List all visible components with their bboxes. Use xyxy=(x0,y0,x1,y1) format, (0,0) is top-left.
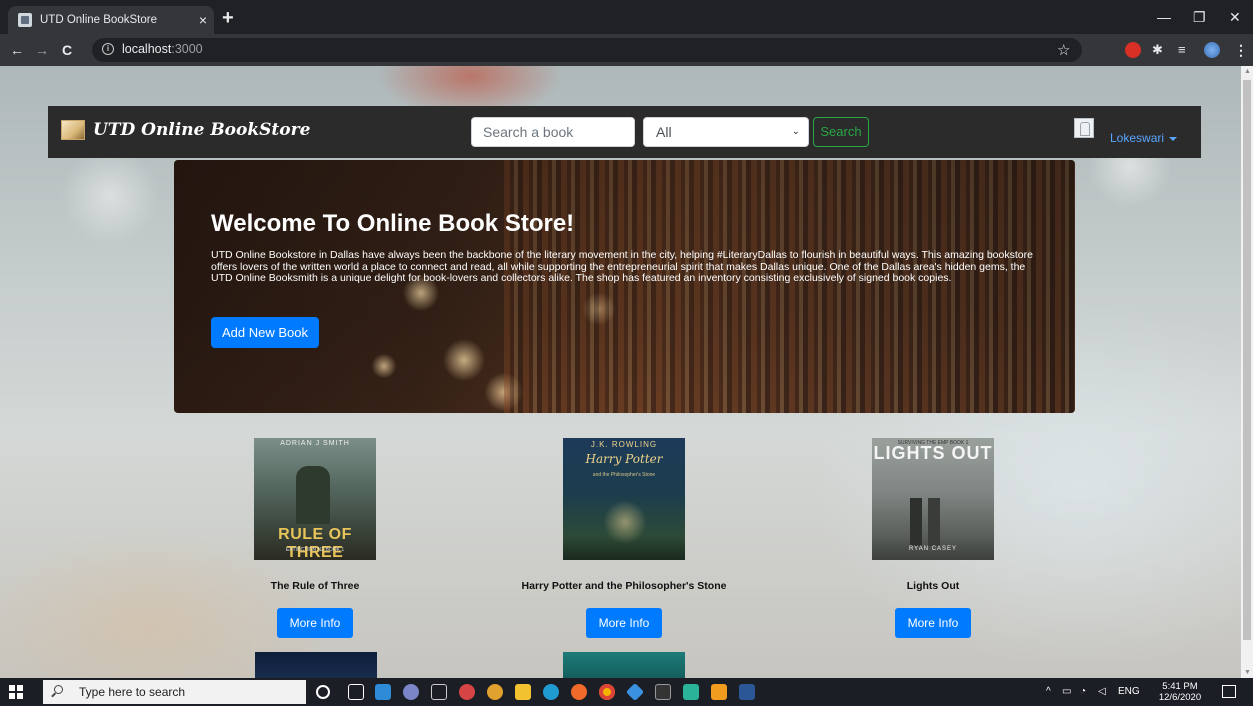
book-card: J.K. ROWLING Harry Potter and the Philos… xyxy=(504,438,744,638)
bookmark-star-icon[interactable]: ☆ xyxy=(1057,41,1070,59)
user-menu-dropdown[interactable]: Lokeswari xyxy=(1110,131,1178,145)
cortana-icon[interactable] xyxy=(316,685,330,699)
book-cover-image[interactable]: ADRIAN J SMITH RULE OF THREE EXTINCTION … xyxy=(254,438,376,560)
terminal-icon[interactable] xyxy=(655,684,671,700)
clock-time: 5:41 PM xyxy=(1162,681,1198,692)
user-name: Lokeswari xyxy=(1110,131,1165,145)
site-navbar: UTD Online BookStore Search a book All ⌄… xyxy=(48,106,1201,158)
extensions-puzzle-icon[interactable]: ✱ xyxy=(1152,42,1168,58)
back-button[interactable]: ← xyxy=(10,41,24,59)
hero-description: UTD Online Bookstore in Dallas have alwa… xyxy=(211,249,1033,285)
browser-menu-icon[interactable]: ⋮ xyxy=(1234,41,1248,59)
page-scrollbar[interactable]: ▲ ▼ xyxy=(1241,66,1253,678)
reload-button[interactable]: C xyxy=(62,41,72,59)
category-select-value: All xyxy=(656,124,672,140)
volume-icon[interactable]: ◁ xyxy=(1098,686,1106,697)
app-sync-icon[interactable] xyxy=(487,684,503,700)
tab-title: UTD Online BookStore xyxy=(40,14,157,26)
taskbar-search-input[interactable]: Type here to search xyxy=(43,680,306,704)
scroll-down-icon[interactable]: ▼ xyxy=(1244,669,1251,676)
reading-list-icon[interactable]: ≡ xyxy=(1178,42,1194,58)
taskbar-clock[interactable]: 5:41 PM 12/6/2020 xyxy=(1157,681,1203,703)
page-viewport: UTD Online BookStore Search a book All ⌄… xyxy=(0,66,1241,678)
tab-close-icon[interactable]: × xyxy=(192,12,214,28)
search-icon xyxy=(54,685,63,694)
browser-tab[interactable]: UTD Online BookStore × xyxy=(8,6,214,34)
notification-center-icon[interactable] xyxy=(1222,685,1236,698)
app-window-icon[interactable] xyxy=(431,684,447,700)
task-view-icon[interactable] xyxy=(348,684,364,700)
site-favicon-icon xyxy=(18,13,32,27)
hero-title: Welcome To Online Book Store! xyxy=(211,210,575,237)
chrome-icon[interactable] xyxy=(599,684,615,700)
add-new-book-button[interactable]: Add New Book xyxy=(211,317,319,348)
windows-start-icon[interactable] xyxy=(9,685,23,699)
windows-taskbar: Type here to search ^ ▭ ◔ ◁ ENG 5:41 PM … xyxy=(0,678,1253,706)
edge-browser-icon[interactable] xyxy=(543,684,559,700)
caret-down-icon xyxy=(1169,136,1178,141)
sublime-icon[interactable] xyxy=(711,684,727,700)
book-card: SURVIVING THE EMP BOOK 1 LIGHTS OUT RYAN… xyxy=(813,438,1053,638)
window-restore-button[interactable]: ❐ xyxy=(1193,9,1206,25)
book-cover-image[interactable] xyxy=(563,652,685,678)
language-indicator[interactable]: ENG xyxy=(1118,686,1140,697)
book-title: Lights Out xyxy=(906,580,960,592)
book-title: The Rule of Three xyxy=(270,580,360,592)
search-button[interactable]: Search xyxy=(813,117,869,147)
mail-app-icon[interactable] xyxy=(375,684,391,700)
file-explorer-icon[interactable] xyxy=(515,684,531,700)
app-r-icon[interactable] xyxy=(403,684,419,700)
extension-shield-icon[interactable] xyxy=(1125,42,1141,58)
book-cover-image[interactable]: J.K. ROWLING Harry Potter and the Philos… xyxy=(563,438,685,560)
book-cover-image[interactable] xyxy=(255,652,377,678)
window-minimize-button[interactable]: — xyxy=(1157,9,1171,25)
wifi-icon[interactable]: ◔ xyxy=(1080,686,1086,697)
app-teal-icon[interactable] xyxy=(683,684,699,700)
new-tab-button[interactable]: + xyxy=(222,8,234,28)
tray-expand-icon[interactable]: ^ xyxy=(1046,686,1051,697)
window-close-button[interactable]: ✕ xyxy=(1229,9,1241,25)
battery-icon[interactable]: ▭ xyxy=(1062,686,1071,697)
book-cover-image[interactable]: SURVIVING THE EMP BOOK 1 LIGHTS OUT RYAN… xyxy=(872,438,994,560)
site-info-icon[interactable]: i xyxy=(102,43,114,55)
address-bar[interactable]: i localhost:3000 ☆ xyxy=(92,38,1082,62)
browser-toolbar: ← → C i localhost:3000 ☆ ✱ ≡ ⋮ xyxy=(0,34,1253,66)
user-avatar-icon[interactable] xyxy=(1074,118,1094,138)
search-input[interactable]: Search a book xyxy=(471,117,635,147)
firefox-icon[interactable] xyxy=(571,684,587,700)
more-info-button[interactable]: More Info xyxy=(277,608,353,638)
scroll-up-icon[interactable]: ▲ xyxy=(1244,68,1251,75)
vscode-like-icon[interactable] xyxy=(625,682,645,702)
more-info-button[interactable]: More Info xyxy=(586,608,662,638)
brand-name[interactable]: UTD Online BookStore xyxy=(93,120,310,140)
book-card: ADRIAN J SMITH RULE OF THREE EXTINCTION … xyxy=(195,438,435,638)
word-icon[interactable] xyxy=(739,684,755,700)
hero-jumbotron: Welcome To Online Book Store! UTD Online… xyxy=(174,160,1075,413)
book-title: Harry Potter and the Philosopher's Stone xyxy=(521,580,727,592)
url-text: localhost:3000 xyxy=(122,42,203,56)
clock-date: 12/6/2020 xyxy=(1158,692,1202,703)
chevron-down-icon: ⌄ xyxy=(791,126,800,137)
profile-avatar-icon[interactable] xyxy=(1204,42,1220,58)
spider-app-icon[interactable] xyxy=(459,684,475,700)
browser-tab-strip: UTD Online BookStore × + — ❐ ✕ xyxy=(0,0,1253,34)
brand-logo-icon[interactable] xyxy=(61,120,85,140)
scrollbar-thumb[interactable] xyxy=(1243,80,1251,640)
forward-button[interactable]: → xyxy=(35,41,49,59)
category-select[interactable]: All ⌄ xyxy=(643,117,809,147)
more-info-button[interactable]: More Info xyxy=(895,608,971,638)
